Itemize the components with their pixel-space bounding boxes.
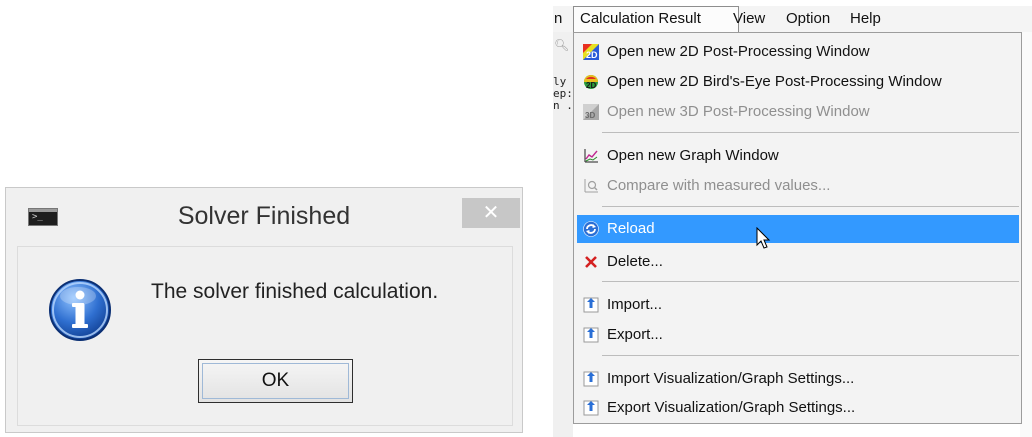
export-settings-icon [583, 400, 599, 416]
menu-item-label: Open new 2D Bird's-Eye Post-Processing W… [607, 73, 942, 90]
menu-item-open-graph-window[interactable]: Open new Graph Window [577, 142, 1019, 170]
delete-icon [585, 256, 597, 268]
background-text-line: n . [553, 99, 573, 112]
menu-item-export[interactable]: Export... [577, 321, 1019, 349]
menu-item-label: Open new 3D Post-Processing Window [607, 103, 870, 120]
info-icon [49, 279, 111, 341]
menu-item-label: Export Visualization/Graph Settings... [607, 399, 856, 416]
menu-item-open-2d-birdseye[interactable]: 2D Open new 2D Bird's-Eye Post-Processin… [577, 68, 1019, 96]
menu-separator [602, 355, 1019, 356]
dialog-title: Solver Finished [177, 202, 351, 230]
dialog-titlebar[interactable]: >_ Solver Finished ✕ [6, 188, 522, 246]
background-text: ly ep: n . [553, 76, 573, 112]
dialog-message: The solver finished calculation. [151, 280, 439, 303]
graph-icon [584, 149, 598, 163]
reload-icon [583, 221, 599, 237]
menu-separator [602, 206, 1019, 207]
dialog-body: The solver finished calculation. OK [17, 246, 513, 426]
menubar: n Calculation Result View Option Help [553, 6, 1032, 32]
svg-text:2D: 2D [586, 81, 596, 90]
menu-item-import[interactable]: Import... [577, 291, 1019, 319]
2d-birdseye-icon: 2D [584, 75, 598, 90]
menu-item-label: Reload [607, 220, 655, 237]
svg-text:2D: 2D [586, 50, 598, 60]
menubar-item-view[interactable]: View [733, 10, 765, 27]
menubar-item-calculation-result[interactable]: Calculation Result [580, 10, 701, 27]
menu-item-delete[interactable]: Delete... [577, 248, 1019, 276]
import-icon [583, 297, 599, 313]
menubar-item-option[interactable]: Option [786, 10, 830, 27]
menu-item-import-visualization-settings[interactable]: Import Visualization/Graph Settings... [577, 365, 1019, 393]
compare-icon [584, 179, 598, 193]
menu-item-label: Compare with measured values... [607, 177, 831, 194]
2d-postprocessing-icon: 2D [583, 44, 599, 60]
menu-item-label: Open new 2D Post-Processing Window [607, 43, 870, 60]
menu-item-open-3d-postprocessing: 3D Open new 3D Post-Processing Window [577, 98, 1019, 126]
menubar-item-help[interactable]: Help [850, 10, 881, 27]
menu-item-open-2d-postprocessing[interactable]: 2D Open new 2D Post-Processing Window [577, 38, 1019, 66]
export-icon [583, 327, 599, 343]
menu-item-label: Import Visualization/Graph Settings... [607, 370, 855, 387]
menu-item-label: Export... [607, 326, 663, 343]
calculation-result-menu: 2D Open new 2D Post-Processing Window 2D… [573, 32, 1022, 424]
menu-item-label: Open new Graph Window [607, 147, 779, 164]
close-button[interactable]: ✕ [462, 198, 520, 228]
magnifier-icon: 🔍︎ [554, 38, 570, 52]
menu-item-compare-measured: Compare with measured values... [577, 172, 1019, 200]
menu-item-export-visualization-settings[interactable]: Export Visualization/Graph Settings... [577, 394, 1019, 422]
svg-text:3D: 3D [585, 111, 595, 120]
menu-item-label: Import... [607, 296, 663, 313]
3d-postprocessing-icon: 3D [583, 104, 599, 120]
menu-item-label: Delete... [607, 253, 663, 270]
menu-separator [602, 281, 1019, 282]
menu-separator [602, 132, 1019, 133]
solver-finished-dialog: >_ Solver Finished ✕ The solver finished… [5, 187, 523, 433]
menu-item-reload[interactable]: Reload [577, 215, 1019, 243]
mouse-cursor-icon [756, 227, 771, 249]
ok-button[interactable]: OK [198, 359, 353, 403]
import-settings-icon [583, 371, 599, 387]
menubar-item-partial[interactable]: n [554, 10, 562, 27]
